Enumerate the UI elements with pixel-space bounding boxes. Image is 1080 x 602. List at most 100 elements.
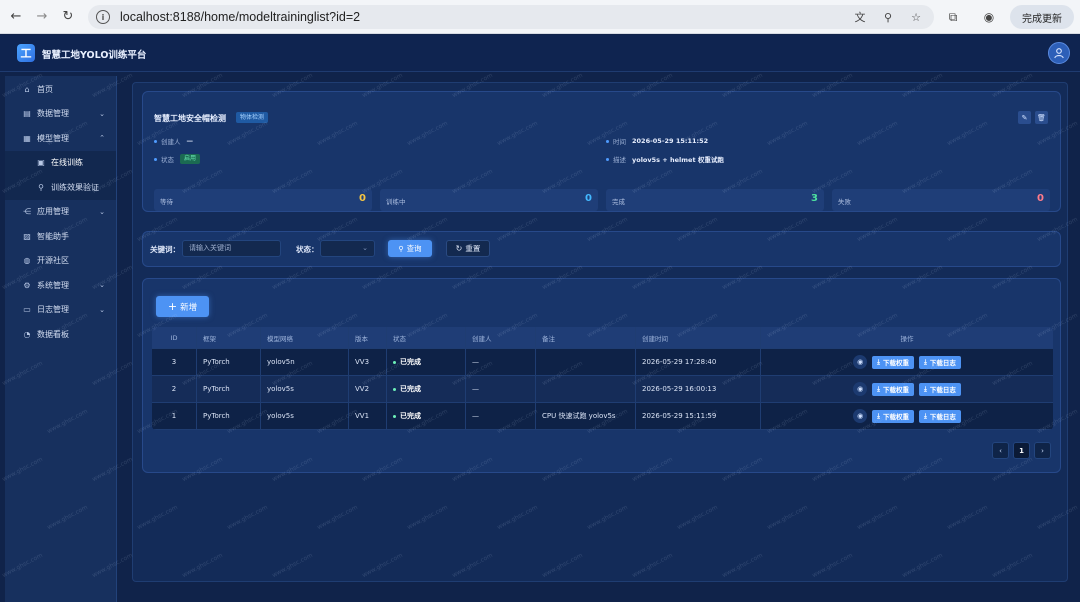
view-eye-icon[interactable]: ◉ (853, 355, 868, 369)
sidebar-item-dashboard[interactable]: ◔ 数据看板 (5, 322, 116, 347)
sidebar-item-app-management[interactable]: ⋲ 应用管理 ⌄ (5, 200, 116, 225)
sidebar-item-training-validation[interactable]: ⚲ 训练效果验证 (5, 175, 116, 200)
stat-label: 等待 (160, 198, 173, 206)
download-icon: ⤓ (877, 384, 880, 393)
search-button[interactable]: ⚲ 查询 (388, 240, 432, 257)
edit-icon[interactable]: ✎ (1018, 111, 1031, 124)
site-info-icon[interactable]: i (96, 10, 110, 24)
forward-arrow-icon[interactable]: → (32, 7, 52, 27)
description-value: yolov5s + helmet 权重试跑 (632, 156, 724, 164)
pagination: ‹ 1 › (992, 442, 1051, 459)
cell-note: CPU 快速试跑 yolov5s (536, 403, 636, 429)
keyword-input[interactable]: 请输入关键词 (182, 240, 281, 257)
sidebar-item-system-management[interactable]: ⚙ 系统管理 ⌄ (5, 273, 116, 298)
stat-completed: 完成 3 (606, 189, 824, 211)
prev-page-button[interactable]: ‹ (992, 442, 1009, 459)
browser-toolbar: ← → ↻ i localhost:8188/home/modeltrainin… (0, 0, 1080, 34)
sidebar-item-label: 训练效果验证 (51, 182, 99, 192)
sidebar-item-assistant[interactable]: ▨ 智能助手 (5, 224, 116, 249)
creator-value: — (186, 137, 194, 145)
stat-training: 训练中 0 (380, 189, 598, 211)
download-log-label: 下载日志 (929, 413, 956, 421)
cell-time: 2026-05-29 16:00:13 (636, 376, 761, 402)
time-label: 时间 (613, 138, 626, 146)
download-weights-button[interactable]: ⤓ 下载权重 (872, 409, 914, 423)
gear-icon: ⚙ (23, 280, 31, 290)
status-label: 状态 (161, 156, 174, 164)
address-bar[interactable]: i localhost:8188/home/modeltraininglist?… (88, 5, 934, 29)
app-logo: 工 (17, 44, 35, 62)
sidebar-item-label: 首页 (37, 84, 53, 94)
cell-id: 3 (152, 349, 197, 375)
cell-status: 已完成 (387, 349, 466, 375)
col-header-framework: 框架 (197, 327, 261, 348)
stat-waiting: 等待 0 (154, 189, 372, 211)
reload-icon[interactable]: ↻ (58, 7, 78, 27)
download-log-label: 下载日志 (929, 386, 956, 394)
task-title: 智慧工地安全帽检测 (154, 114, 226, 123)
translate-icon[interactable]: 文 (852, 9, 868, 25)
sidebar-item-label: 数据管理 (37, 109, 69, 119)
sidebar-item-community[interactable]: ◍ 开源社区 (5, 249, 116, 274)
bullet-dot (154, 139, 157, 143)
cell-creator: — (466, 376, 536, 402)
download-weights-button[interactable]: ⤓ 下载权重 (872, 382, 914, 396)
cell-network: yolov5s (261, 376, 349, 402)
cell-framework: PyTorch (197, 376, 261, 402)
cell-creator: — (466, 349, 536, 375)
log-icon: ▭ (23, 305, 31, 315)
assistant-icon: ▨ (23, 231, 31, 241)
extensions-icon[interactable]: ⧉ (944, 8, 962, 26)
training-task-card: 智慧工地安全帽检测 物体检测 ✎ 🗑 创建人 — 状态 启用 时间 2026-0… (142, 91, 1061, 212)
user-avatar-icon[interactable] (1048, 42, 1070, 64)
page-number-current[interactable]: 1 (1013, 442, 1030, 459)
sidebar-item-model-management[interactable]: ▦ 模型管理 ⌃ (5, 126, 116, 151)
table-header: ID 框架 模型网络 版本 状态 创建人 备注 创建时间 操作 (152, 327, 1053, 349)
filter-bar: 关键词： 请输入关键词 状态： ⌄ ⚲ 查询 ↻ 重置 (142, 231, 1061, 267)
download-weights-button[interactable]: ⤓ 下载权重 (872, 355, 914, 369)
sidebar-item-label: 数据看板 (37, 329, 69, 339)
download-icon: ⤓ (924, 411, 927, 420)
table-row: 3 PyTorch yolov5n VV3 已完成 — 2026-05-29 1… (152, 349, 1053, 376)
col-header-time: 创建时间 (636, 327, 761, 348)
chevron-down-icon: ⌄ (99, 305, 105, 314)
zoom-icon[interactable]: ⚲ (880, 9, 896, 25)
download-log-button[interactable]: ⤓ 下载日志 (919, 409, 961, 423)
profile-icon[interactable]: ◉ (980, 8, 998, 26)
view-eye-icon[interactable]: ◉ (853, 409, 868, 423)
table-row: 2 PyTorch yolov5s VV2 已完成 — 2026-05-29 1… (152, 376, 1053, 403)
bookmark-star-icon[interactable]: ☆ (908, 9, 924, 25)
col-header-actions: 操作 (900, 334, 914, 343)
training-list-card: + 新增 ID 框架 模型网络 版本 状态 创建人 备注 创建时间 操作 3 P… (142, 278, 1061, 473)
sidebar-item-log-management[interactable]: ▭ 日志管理 ⌄ (5, 298, 116, 323)
sidebar-item-label: 日志管理 (37, 305, 69, 315)
cell-framework: PyTorch (197, 403, 261, 429)
download-log-button[interactable]: ⤓ 下载日志 (919, 355, 961, 369)
stat-failed: 失败 0 (832, 189, 1050, 211)
view-eye-icon[interactable]: ◉ (853, 382, 868, 396)
back-arrow-icon[interactable]: ← (6, 7, 26, 27)
sidebar-item-data-management[interactable]: ▤ 数据管理 ⌄ (5, 102, 116, 127)
cell-version: VV3 (349, 349, 387, 375)
add-button[interactable]: + 新增 (156, 296, 209, 317)
next-page-button[interactable]: › (1034, 442, 1051, 459)
home-icon: ⌂ (24, 84, 30, 94)
bullet-dot (606, 139, 609, 143)
delete-icon[interactable]: 🗑 (1035, 111, 1048, 124)
download-weights-label: 下载权重 (883, 386, 909, 394)
status-meta: 状态 启用 (154, 154, 201, 164)
reset-button-label: 重置 (465, 244, 481, 253)
sidebar-item-label: 模型管理 (37, 133, 69, 143)
globe-icon: ◍ (23, 256, 31, 266)
cell-actions: ◉ ⤓ 下载权重 ⤓ 下载日志 (761, 349, 1053, 375)
status-filter-label: 状态： (296, 245, 319, 254)
sidebar-item-label: 开源社区 (37, 256, 69, 266)
status-select[interactable]: ⌄ (320, 240, 375, 257)
sidebar-item-home[interactable]: ⌂ 首页 (5, 77, 116, 102)
download-log-button[interactable]: ⤓ 下载日志 (919, 382, 961, 396)
update-button[interactable]: 完成更新 (1010, 5, 1074, 29)
sidebar-item-online-training[interactable]: ▣ 在线训练 (5, 150, 116, 175)
reset-button[interactable]: ↻ 重置 (446, 240, 490, 257)
url-text[interactable]: localhost:8188/home/modeltraininglist?id… (120, 10, 360, 24)
col-header-network: 模型网络 (261, 327, 349, 348)
